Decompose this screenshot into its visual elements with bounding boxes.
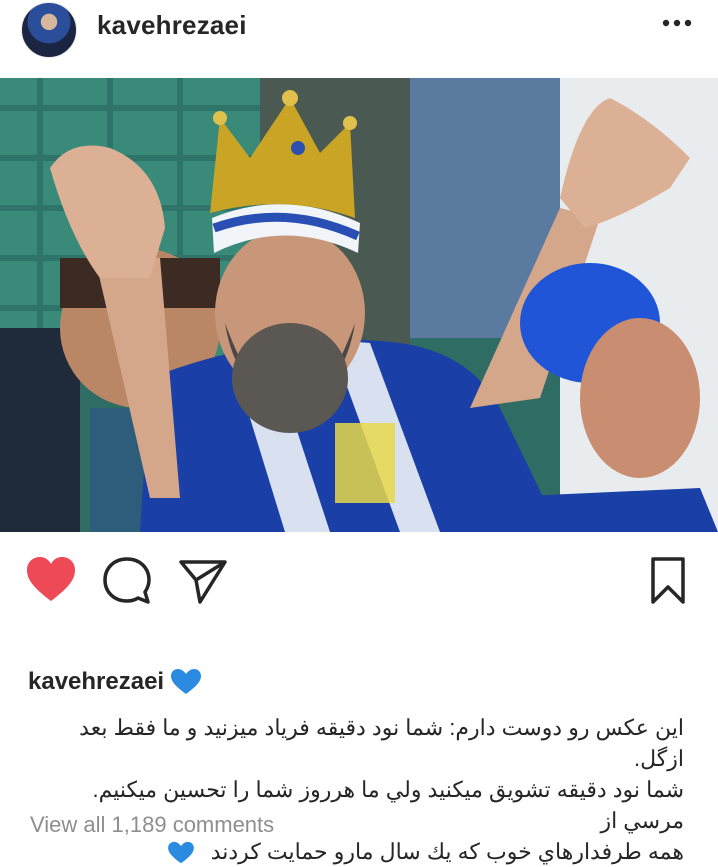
like-heart-icon[interactable] (24, 554, 78, 608)
blue-heart-emoji-icon-2 (167, 842, 194, 864)
view-all-comments-link[interactable]: View all 1,189 comments (30, 812, 274, 838)
more-options-icon[interactable] (660, 14, 694, 32)
fan-photo-illustration (0, 78, 718, 532)
comment-bubble-icon[interactable] (100, 554, 154, 608)
caption-line-1: اين عكس رو دوست دارم: شما نود دقيقه فريا… (79, 715, 684, 771)
post-actions-bar (0, 532, 718, 622)
caption-text: اين عكس رو دوست دارم: شما نود دقيقه فريا… (28, 712, 684, 867)
share-paper-plane-icon[interactable] (176, 554, 230, 608)
bookmark-icon[interactable] (648, 554, 688, 608)
post-username[interactable]: kavehrezaei (97, 10, 247, 41)
post-header: kavehrezaei (0, 0, 718, 78)
blue-heart-emoji-icon (171, 669, 202, 694)
profile-avatar[interactable] (21, 2, 77, 58)
caption-line-3: همه طرفدارهاي خوب كه يك سال مارو حمايت ك… (210, 839, 684, 864)
caption-header: kavehrezaei (28, 668, 692, 696)
caption-username[interactable]: kavehrezaei (28, 668, 164, 696)
caption-line-3-wrap: همه طرفدارهاي خوب كه يك سال مارو حمايت ك… (28, 836, 684, 867)
post-photo[interactable] (0, 78, 718, 532)
